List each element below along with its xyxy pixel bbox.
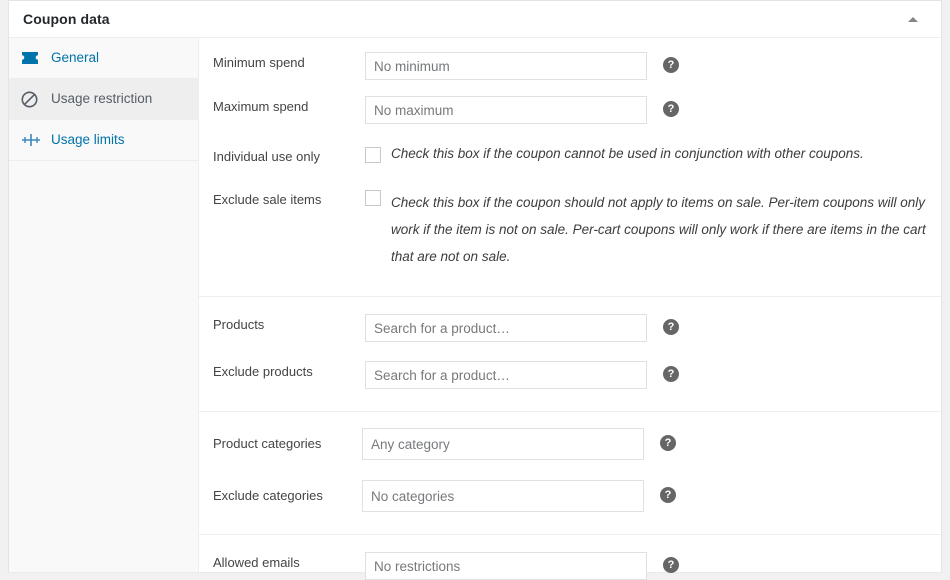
field-group-categories: Product categories Any category ? Exclud…	[199, 412, 941, 535]
field-group-spend-and-flags: Minimum spend ? Maximum spend ? Individu…	[199, 38, 941, 297]
maximum-spend-input[interactable]	[365, 96, 647, 124]
caret-up-icon	[908, 16, 918, 22]
field-maximum-spend: Maximum spend ?	[199, 80, 941, 124]
select-placeholder: Any category	[371, 436, 450, 452]
field-group-emails: Allowed emails ?	[199, 535, 941, 580]
help-question-icon[interactable]: ?	[663, 366, 679, 382]
coupon-data-tabs: General Usage restriction Usage limits	[9, 38, 199, 572]
field-individual-use-only: Individual use only Check this box if th…	[199, 124, 941, 165]
field-product-categories: Product categories Any category ?	[199, 412, 941, 460]
field-exclude-categories: Exclude categories No categories ?	[199, 460, 941, 534]
help-question-icon[interactable]: ?	[663, 319, 679, 335]
coupon-ticket-icon	[21, 48, 43, 68]
page-title: Coupon data	[23, 11, 110, 27]
field-label: Product categories	[213, 436, 322, 451]
field-allowed-emails: Allowed emails ?	[199, 535, 941, 580]
field-label: Minimum spend	[213, 55, 305, 70]
field-label: Exclude categories	[213, 488, 323, 503]
field-label: Exclude sale items	[213, 192, 322, 207]
products-search-input[interactable]	[365, 314, 647, 342]
field-description: Check this box if the coupon cannot be u…	[391, 146, 864, 161]
sidebar-item-label: Usage restriction	[51, 91, 153, 107]
select-placeholder: No categories	[371, 488, 455, 504]
help-question-icon[interactable]: ?	[663, 101, 679, 117]
allowed-emails-input[interactable]	[365, 552, 647, 580]
panel-header: Coupon data	[9, 1, 941, 38]
exclude-sale-items-checkbox[interactable]	[365, 190, 381, 206]
exclude-categories-select[interactable]: No categories	[362, 480, 644, 512]
field-label: Individual use only	[213, 149, 320, 164]
sidebar-item-usage-limits[interactable]: Usage limits	[9, 120, 198, 161]
sidebar-item-label: Usage limits	[51, 132, 125, 148]
help-question-icon[interactable]: ?	[660, 487, 676, 503]
field-exclude-sale-items: Exclude sale items Check this box if the…	[199, 165, 941, 296]
field-label: Exclude products	[213, 364, 313, 379]
field-description: Check this box if the coupon should not …	[391, 195, 926, 264]
panel-body: General Usage restriction Usage limits M…	[9, 38, 941, 580]
sidebar-item-label: General	[51, 50, 100, 66]
field-products: Products ?	[199, 297, 941, 342]
exclude-products-search-input[interactable]	[365, 361, 647, 389]
coupon-data-panel: Coupon data General Usage restriction Us…	[8, 0, 942, 580]
sidebar-item-general[interactable]: General	[9, 38, 198, 79]
minimum-spend-input[interactable]	[365, 52, 647, 80]
field-label: Maximum spend	[213, 99, 309, 114]
collapse-panel-toggle[interactable]	[895, 1, 931, 37]
usage-limits-icon	[21, 130, 43, 150]
field-group-products: Products ? Exclude products ?	[199, 297, 941, 412]
help-question-icon[interactable]: ?	[663, 557, 679, 573]
ban-circle-icon	[21, 89, 43, 109]
field-label: Allowed emails	[213, 555, 300, 570]
sidebar-item-usage-restriction[interactable]: Usage restriction	[9, 79, 198, 120]
product-categories-select[interactable]: Any category	[362, 428, 644, 460]
field-exclude-products: Exclude products ?	[199, 342, 941, 411]
individual-use-only-checkbox[interactable]	[365, 147, 381, 163]
help-question-icon[interactable]: ?	[663, 57, 679, 73]
help-question-icon[interactable]: ?	[660, 435, 676, 451]
field-minimum-spend: Minimum spend ?	[199, 38, 941, 80]
usage-restriction-panel: Minimum spend ? Maximum spend ? Individu…	[199, 38, 941, 580]
field-label: Products	[213, 317, 265, 332]
